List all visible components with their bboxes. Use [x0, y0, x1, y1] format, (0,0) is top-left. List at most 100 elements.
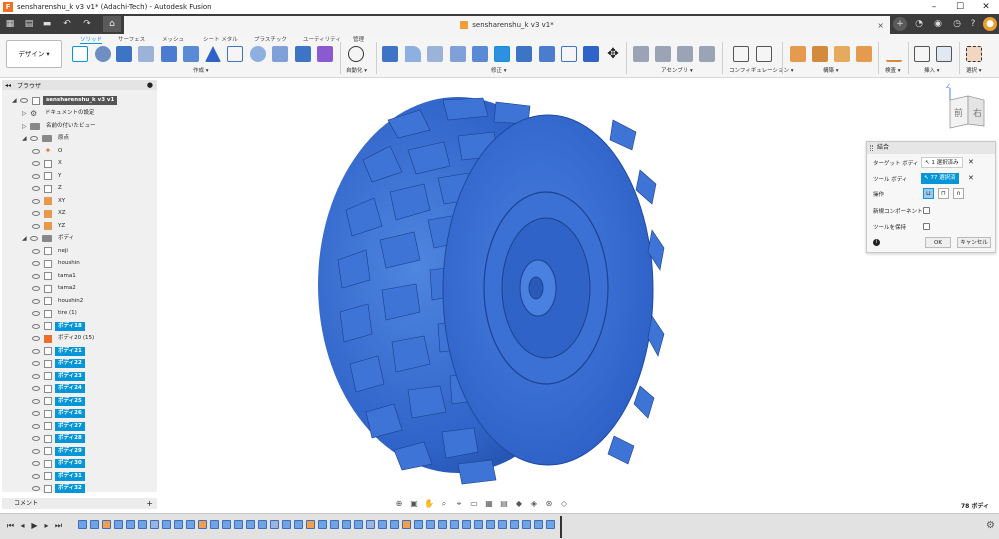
visibility-eye-icon[interactable] — [32, 223, 40, 229]
expand-triangle-icon[interactable]: ◢ — [12, 97, 20, 104]
visibility-eye-icon[interactable] — [30, 136, 38, 141]
construct-group-label[interactable]: 構築 ▾ — [823, 66, 839, 74]
pan-icon[interactable]: ✋ — [423, 499, 435, 509]
browser-pin-icon[interactable]: ● — [147, 81, 153, 89]
expand-triangle-icon[interactable]: ◢ — [22, 235, 30, 242]
join-operation-icon[interactable]: ⊔ — [923, 188, 934, 199]
extrude-icon[interactable] — [95, 46, 111, 62]
timeline-feature-icon[interactable] — [534, 520, 543, 529]
visibility-eye-icon[interactable] — [32, 423, 40, 429]
timeline-marker[interactable] — [560, 516, 562, 538]
insert-group-label[interactable]: 挿入 ▾ — [924, 66, 940, 74]
visibility-eye-icon[interactable] — [32, 336, 40, 341]
timeline-feature-icon[interactable] — [210, 520, 219, 529]
target-body-selection[interactable]: ↖ 1 選択済み — [921, 157, 963, 168]
visibility-eye-icon[interactable] — [32, 148, 40, 154]
midplane-icon[interactable] — [856, 46, 872, 62]
press-pull-icon[interactable] — [382, 46, 398, 62]
browser-item[interactable]: Z — [32, 183, 65, 194]
visibility-eye-icon[interactable] — [32, 361, 40, 366]
zoom-icon[interactable]: ⌕ — [438, 499, 450, 509]
thread-icon[interactable] — [272, 46, 288, 62]
timeline-feature-icon[interactable] — [234, 520, 243, 529]
browser-item[interactable]: tama1 — [32, 271, 79, 282]
timeline-feature-icon[interactable] — [78, 520, 87, 529]
tab-close-icon[interactable]: × — [877, 21, 884, 30]
browser-item[interactable]: ▷ 名前の付いたビュー — [22, 121, 99, 132]
tangent-plane-icon[interactable] — [834, 46, 850, 62]
visibility-eye-icon[interactable] — [30, 236, 38, 241]
as-built-joint-icon[interactable] — [677, 46, 693, 62]
browser-item[interactable]: ボディ22 — [32, 358, 85, 369]
timeline-feature-icon[interactable] — [114, 520, 123, 529]
job-status-icon[interactable]: ◉ — [931, 17, 945, 31]
coil-icon[interactable] — [250, 46, 266, 62]
timeline-feature-icon[interactable] — [282, 520, 291, 529]
viewports-icon[interactable]: ▤ — [498, 499, 510, 509]
browser-item[interactable]: tama2 — [32, 283, 79, 294]
save-icon[interactable]: ▬ — [40, 17, 54, 31]
timeline-feature-icon[interactable] — [102, 520, 111, 529]
timeline-feature-icon[interactable] — [138, 520, 147, 529]
clear-tool-icon[interactable]: ✕ — [968, 174, 974, 182]
grid-settings-icon[interactable]: ▦ — [483, 499, 495, 509]
expand-triangle-icon[interactable]: ▷ — [22, 123, 30, 130]
timeline-play-icon[interactable]: ▶ — [30, 521, 39, 530]
split-face-icon[interactable] — [539, 46, 555, 62]
combine-icon[interactable] — [494, 46, 510, 62]
timeline-feature-icon[interactable] — [546, 520, 555, 529]
visibility-eye-icon[interactable] — [32, 461, 40, 466]
tab-sheet-metal[interactable]: シート メタル — [203, 35, 238, 43]
timeline-feature-icon[interactable] — [414, 520, 423, 529]
browser-item[interactable]: ボディ25 — [32, 396, 85, 407]
automate-icon[interactable] — [348, 46, 364, 62]
timeline-feature-icon[interactable] — [306, 520, 315, 529]
visibility-eye-icon[interactable] — [32, 186, 40, 191]
visibility-eye-icon[interactable] — [32, 298, 40, 304]
pyramid-icon[interactable] — [205, 46, 221, 62]
effects-icon[interactable]: ◇ — [558, 499, 570, 509]
visibility-eye-icon[interactable] — [32, 373, 40, 379]
configuration-table-icon[interactable] — [756, 46, 772, 62]
maximize-button[interactable]: ☐ — [947, 0, 973, 14]
measure-icon[interactable] — [886, 46, 902, 62]
timeline-feature-icon[interactable] — [390, 520, 399, 529]
visibility-eye-icon[interactable] — [32, 198, 40, 204]
automate-group-label[interactable]: 自動化 ▾ — [346, 66, 367, 74]
user-avatar[interactable]: ● — [983, 17, 997, 31]
comments-bar[interactable]: コメント + — [2, 498, 157, 509]
timeline-feature-icon[interactable] — [318, 520, 327, 529]
sweep-icon[interactable] — [138, 46, 154, 62]
configure-icon[interactable] — [733, 46, 749, 62]
notifications-icon[interactable]: ◷ — [950, 17, 964, 31]
workspace-switcher-button[interactable]: デザイン ▾ — [6, 40, 62, 68]
timeline-feature-icon[interactable] — [438, 520, 447, 529]
configuration-group-label[interactable]: コンフィギュレーション ▾ — [729, 66, 794, 74]
visibility-eye-icon[interactable] — [32, 486, 40, 491]
select-icon[interactable] — [966, 46, 982, 62]
replace-face-icon[interactable] — [516, 46, 532, 62]
timeline-feature-icon[interactable] — [126, 520, 135, 529]
new-component-icon[interactable] — [633, 46, 649, 62]
orbit-icon[interactable]: ⊕ — [393, 499, 405, 509]
visibility-eye-icon[interactable] — [32, 473, 40, 479]
browser-item[interactable]: houshin2 — [32, 296, 86, 307]
timeline-feature-icon[interactable] — [174, 520, 183, 529]
visibility-eye-icon[interactable] — [20, 98, 28, 103]
add-comment-icon[interactable]: + — [146, 498, 153, 509]
home-icon[interactable]: ⌂ — [103, 16, 121, 32]
timeline-next-icon[interactable]: ▸ — [42, 521, 51, 530]
visibility-eye-icon[interactable] — [32, 248, 40, 254]
timeline-feature-icon[interactable] — [462, 520, 471, 529]
fillet-icon[interactable] — [405, 46, 421, 62]
tab-manage[interactable]: 管理 — [353, 35, 364, 43]
browser-item[interactable]: X — [32, 158, 65, 169]
document-tab[interactable]: sensharenshu_k v3 v1* × — [124, 16, 890, 34]
timeline-feature-icon[interactable] — [330, 520, 339, 529]
close-window-button[interactable]: ✕ — [973, 0, 999, 14]
visibility-eye-icon[interactable] — [32, 436, 40, 441]
browser-item[interactable]: ボディ21 — [32, 346, 85, 357]
visibility-eye-icon[interactable] — [32, 311, 40, 316]
create-group-label[interactable]: 作成 ▾ — [193, 66, 209, 74]
visibility-eye-icon[interactable] — [32, 273, 40, 279]
